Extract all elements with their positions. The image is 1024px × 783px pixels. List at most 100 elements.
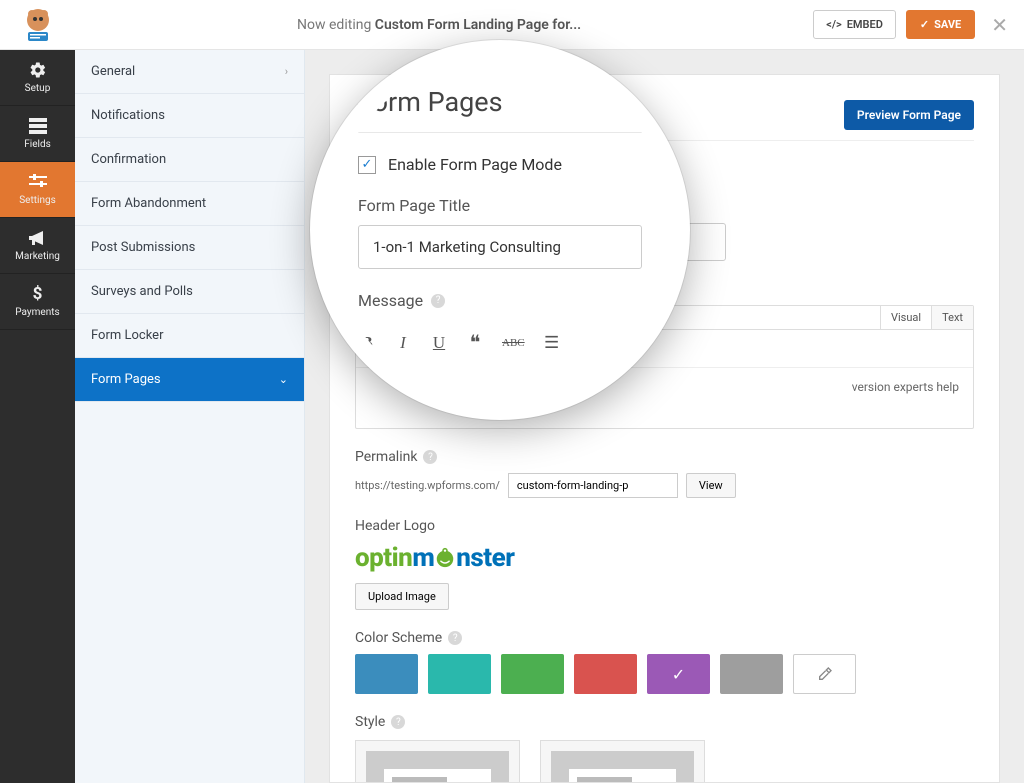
- logo-part-2: m: [412, 543, 434, 573]
- mag-enable-label: Enable Form Page Mode: [388, 155, 562, 174]
- editing-form-name: Custom Form Landing Page for...: [375, 17, 581, 33]
- submenu-surveys-label: Surveys and Polls: [91, 284, 193, 299]
- submenu-form-pages[interactable]: Form Pages ⌄: [75, 358, 304, 402]
- magnifier-overlay: Form Pages ✓ Enable Form Page Mode Form …: [310, 40, 690, 420]
- check-icon: ✓: [920, 18, 929, 31]
- nav-fields-label: Fields: [24, 139, 51, 150]
- strike-icon[interactable]: ABC: [502, 337, 525, 349]
- permalink-row: https://testing.wpforms.com/ View: [355, 473, 974, 498]
- submenu-form-locker[interactable]: Form Locker: [75, 314, 304, 358]
- upload-image-button[interactable]: Upload Image: [355, 583, 449, 610]
- app-logo: [10, 8, 65, 42]
- permalink-slug-input[interactable]: [508, 473, 678, 498]
- preview-form-page-button[interactable]: Preview Form Page: [844, 100, 974, 130]
- mag-enable-checkbox-row[interactable]: ✓ Enable Form Page Mode: [358, 155, 642, 174]
- fields-icon: [29, 117, 47, 135]
- help-icon[interactable]: ?: [431, 294, 445, 308]
- submenu-confirmation-label: Confirmation: [91, 152, 166, 167]
- submenu-post-submissions[interactable]: Post Submissions: [75, 226, 304, 270]
- chevron-down-icon: ⌄: [279, 373, 288, 386]
- chevron-right-icon: ›: [285, 65, 288, 78]
- submenu-post-label: Post Submissions: [91, 240, 195, 255]
- editing-prefix: Now editing: [297, 17, 375, 33]
- logo-part-3: nster: [456, 543, 514, 573]
- mag-title-label: Form Page Title: [358, 196, 642, 215]
- permalink-label-text: Permalink: [355, 449, 417, 465]
- editing-title: Now editing Custom Form Landing Page for…: [75, 17, 803, 33]
- checkbox-icon[interactable]: ✓: [358, 156, 376, 174]
- header-logo-preview: optinmnster: [355, 542, 974, 573]
- submenu-form-abandonment[interactable]: Form Abandonment: [75, 182, 304, 226]
- mag-heading: Form Pages: [358, 86, 642, 133]
- submenu-general-label: General: [91, 64, 135, 79]
- style-modern[interactable]: Modern Design: [355, 740, 520, 783]
- nav-settings-label: Settings: [19, 195, 56, 206]
- mag-title-input[interactable]: [358, 225, 642, 269]
- swatch-gray[interactable]: [720, 654, 783, 694]
- submenu-confirmation[interactable]: Confirmation: [75, 138, 304, 182]
- submenu-surveys[interactable]: Surveys and Polls: [75, 270, 304, 314]
- italic-icon[interactable]: I: [394, 333, 412, 353]
- swatch-purple[interactable]: ✓: [647, 654, 710, 694]
- help-icon[interactable]: ?: [391, 715, 405, 729]
- header-logo-label: Header Logo: [355, 518, 974, 534]
- color-scheme-field: Color Scheme ? ✓: [355, 630, 974, 694]
- submenu-locker-label: Form Locker: [91, 328, 163, 343]
- swatch-green[interactable]: [501, 654, 564, 694]
- quote-icon[interactable]: ❝: [466, 330, 484, 355]
- logo-part-1: optin: [355, 543, 412, 573]
- header-logo-field: Header Logo optinmnster Upload Image: [355, 518, 974, 610]
- style-classic[interactable]: Classic Design: [540, 740, 705, 783]
- gear-icon: [29, 61, 47, 79]
- icon-nav: Setup Fields Settings Marketing $ Paymen…: [0, 50, 75, 783]
- mag-message-label: Message ?: [358, 291, 642, 310]
- style-modern-preview: [366, 751, 509, 783]
- bold-icon[interactable]: B: [358, 333, 376, 353]
- swatch-teal[interactable]: [428, 654, 491, 694]
- style-classic-preview: [551, 751, 694, 783]
- submenu-notifications-label: Notifications: [91, 108, 165, 123]
- submenu-form-pages-label: Form Pages: [91, 372, 161, 387]
- swatch-red[interactable]: [574, 654, 637, 694]
- permalink-label: Permalink ?: [355, 449, 974, 465]
- editor-tab-text[interactable]: Text: [931, 306, 973, 329]
- monster-icon: [434, 547, 456, 569]
- nav-payments[interactable]: $ Payments: [0, 274, 75, 330]
- swatch-blue[interactable]: [355, 654, 418, 694]
- eyedropper-icon: [817, 666, 833, 682]
- nav-settings[interactable]: Settings: [0, 162, 75, 218]
- embed-button[interactable]: </> EMBED: [813, 10, 896, 39]
- color-scheme-label: Color Scheme ?: [355, 630, 974, 646]
- list-icon[interactable]: ☰: [543, 333, 561, 353]
- help-icon[interactable]: ?: [423, 450, 437, 464]
- submenu-notifications[interactable]: Notifications: [75, 94, 304, 138]
- permalink-view-button[interactable]: View: [686, 473, 736, 498]
- save-button[interactable]: ✓ SAVE: [906, 10, 975, 39]
- save-label: SAVE: [934, 18, 961, 31]
- nav-fields[interactable]: Fields: [0, 106, 75, 162]
- permalink-base: https://testing.wpforms.com/: [355, 479, 500, 492]
- close-button[interactable]: ✕: [985, 13, 1014, 37]
- submenu-abandonment-label: Form Abandonment: [91, 196, 206, 211]
- code-icon: </>: [826, 18, 842, 31]
- wpforms-logo-icon: [18, 8, 58, 42]
- magnifier-content: Form Pages ✓ Enable Form Page Mode Form …: [328, 58, 672, 383]
- megaphone-icon: [29, 229, 47, 247]
- editor-tab-visual[interactable]: Visual: [880, 306, 931, 329]
- dollar-icon: $: [29, 285, 47, 303]
- settings-submenu: General › Notifications Confirmation For…: [75, 50, 305, 783]
- swatch-custom-picker[interactable]: [793, 654, 856, 694]
- nav-setup[interactable]: Setup: [0, 50, 75, 106]
- underline-icon[interactable]: U: [430, 333, 448, 353]
- nav-setup-label: Setup: [25, 83, 51, 94]
- style-field: Style ? Modern Design: [355, 714, 974, 783]
- style-label-text: Style: [355, 714, 385, 730]
- color-scheme-label-text: Color Scheme: [355, 630, 442, 646]
- color-swatches: ✓: [355, 654, 974, 694]
- nav-marketing[interactable]: Marketing: [0, 218, 75, 274]
- nav-marketing-label: Marketing: [15, 251, 60, 262]
- submenu-general[interactable]: General ›: [75, 50, 304, 94]
- help-icon[interactable]: ?: [448, 631, 462, 645]
- permalink-field: Permalink ? https://testing.wpforms.com/…: [355, 449, 974, 498]
- nav-payments-label: Payments: [15, 307, 59, 318]
